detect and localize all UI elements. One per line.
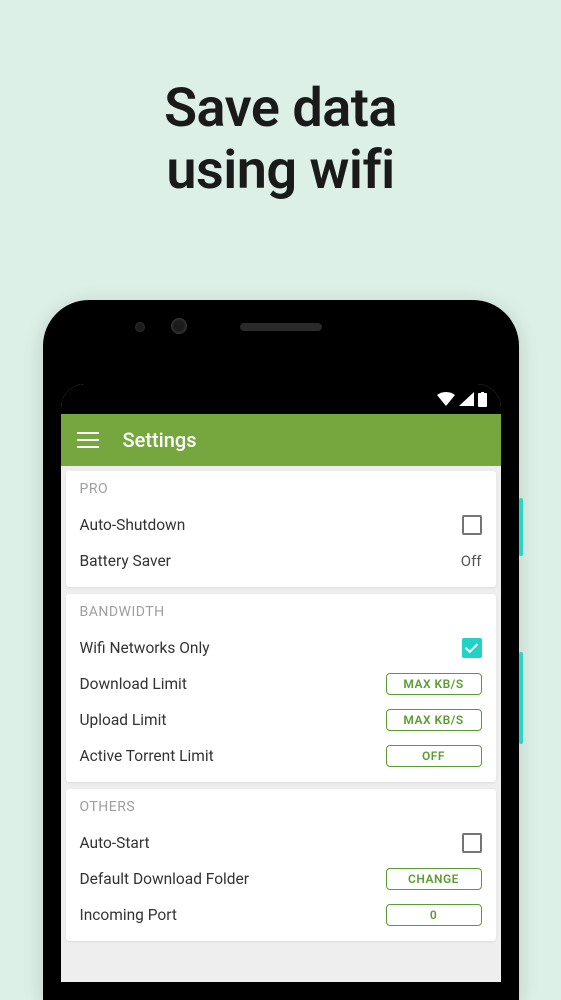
status-bar <box>61 384 501 414</box>
camera-dot <box>135 322 145 332</box>
headline-line-2: using wifi <box>166 139 394 202</box>
label-auto-shutdown: Auto-Shutdown <box>80 516 186 534</box>
label-upload-limit: Upload Limit <box>80 711 167 729</box>
section-title-others: OTHERS <box>80 799 482 815</box>
value-battery-saver: Off <box>461 552 482 570</box>
phone-top <box>61 318 501 336</box>
checkbox-auto-shutdown[interactable] <box>462 515 482 535</box>
row-wifi-only[interactable]: Wifi Networks Only <box>80 630 482 666</box>
section-title-bandwidth: BANDWIDTH <box>80 604 482 620</box>
headline-line-1: Save data <box>164 77 397 140</box>
section-title-pro: PRO <box>80 481 482 497</box>
section-bandwidth: BANDWIDTH Wifi Networks Only Download Li… <box>66 594 496 782</box>
row-incoming-port[interactable]: Incoming Port 0 <box>80 897 482 933</box>
label-download-limit: Download Limit <box>80 675 187 693</box>
row-default-folder[interactable]: Default Download Folder CHANGE <box>80 861 482 897</box>
button-change-folder[interactable]: CHANGE <box>386 868 482 890</box>
phone-side-button <box>519 652 523 744</box>
wifi-icon <box>437 392 455 406</box>
phone-side-button <box>519 498 523 556</box>
section-pro: PRO Auto-Shutdown Battery Saver Off <box>66 471 496 587</box>
signal-icon <box>459 392 474 406</box>
row-active-torrent-limit[interactable]: Active Torrent Limit OFF <box>80 738 482 774</box>
checkbox-wifi-only[interactable] <box>462 638 482 658</box>
phone-frame: Settings PRO Auto-Shutdown Battery Saver… <box>43 300 519 1000</box>
label-incoming-port: Incoming Port <box>80 906 177 924</box>
battery-icon <box>478 392 487 407</box>
speaker-grille <box>240 323 322 331</box>
menu-icon[interactable] <box>77 432 99 448</box>
button-incoming-port[interactable]: 0 <box>386 904 482 926</box>
settings-content: PRO Auto-Shutdown Battery Saver Off BAND… <box>61 466 501 953</box>
label-active-torrent-limit: Active Torrent Limit <box>80 747 214 765</box>
button-download-limit[interactable]: MAX KB/S <box>386 673 482 695</box>
row-download-limit[interactable]: Download Limit MAX KB/S <box>80 666 482 702</box>
section-others: OTHERS Auto-Start Default Download Folde… <box>66 789 496 941</box>
label-default-folder: Default Download Folder <box>80 870 250 888</box>
row-auto-start[interactable]: Auto-Start <box>80 825 482 861</box>
label-battery-saver: Battery Saver <box>80 552 171 570</box>
row-auto-shutdown[interactable]: Auto-Shutdown <box>80 507 482 543</box>
app-bar: Settings <box>61 414 501 466</box>
label-auto-start: Auto-Start <box>80 834 150 852</box>
checkbox-auto-start[interactable] <box>462 833 482 853</box>
camera-lens <box>171 318 187 334</box>
page-title: Settings <box>123 428 197 452</box>
row-upload-limit[interactable]: Upload Limit MAX KB/S <box>80 702 482 738</box>
promo-headline: Save data using wifi <box>0 0 561 202</box>
label-wifi-only: Wifi Networks Only <box>80 639 210 657</box>
row-battery-saver[interactable]: Battery Saver Off <box>80 543 482 579</box>
phone-screen: Settings PRO Auto-Shutdown Battery Saver… <box>61 384 501 982</box>
button-upload-limit[interactable]: MAX KB/S <box>386 709 482 731</box>
button-active-torrent-limit[interactable]: OFF <box>386 745 482 767</box>
